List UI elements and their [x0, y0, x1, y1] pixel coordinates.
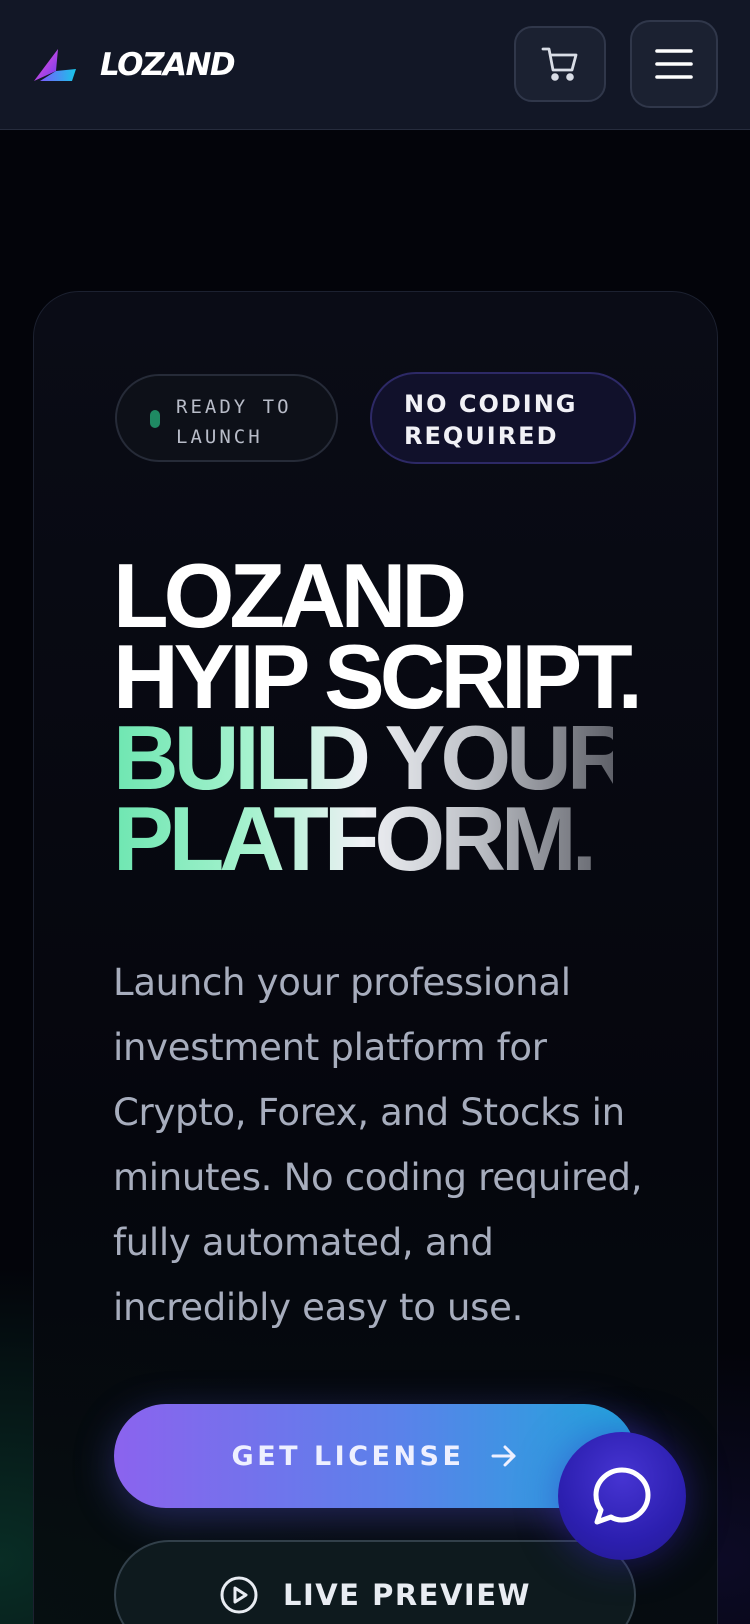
status-dot [150, 410, 160, 428]
brand-name: LOZAND [100, 47, 236, 83]
hero-headline: LOZAND HYIP SCRIPT. BUILD YOUR PLATFORM. [113, 546, 733, 885]
no-coding-badge: NO CODING REQUIRED [370, 372, 636, 464]
chat-button[interactable] [558, 1432, 686, 1560]
menu-button[interactable] [630, 20, 718, 108]
live-preview-label: LIVE PREVIEW [282, 1578, 532, 1612]
get-license-label: GET LICENSE [231, 1440, 465, 1472]
hero-description: Launch your professional investment plat… [113, 961, 643, 1329]
logo-mark-icon [34, 49, 76, 81]
headline-line-2: HYIP SCRIPT. [113, 627, 643, 728]
top-header: LOZAND [0, 0, 750, 130]
headline-line-3: BUILD YOUR [113, 708, 633, 809]
play-circle-icon [219, 1575, 259, 1615]
headline-line-4: PLATFORM. [113, 794, 613, 885]
arrow-right-icon [490, 1444, 518, 1468]
headline-line-1: LOZAND [113, 546, 467, 647]
cart-button[interactable] [514, 26, 606, 102]
hamburger-menu-icon [655, 49, 693, 79]
ready-to-launch-label: READY TO LAUNCH [176, 396, 292, 448]
chat-bubble-icon [593, 1467, 651, 1525]
cart-icon [541, 47, 578, 81]
brand-logo[interactable]: LOZAND [32, 40, 236, 90]
live-preview-button[interactable]: LIVE PREVIEW [114, 1540, 636, 1624]
ready-to-launch-badge: READY TO LAUNCH [115, 374, 338, 462]
no-coding-label: NO CODING REQUIRED [404, 390, 578, 450]
